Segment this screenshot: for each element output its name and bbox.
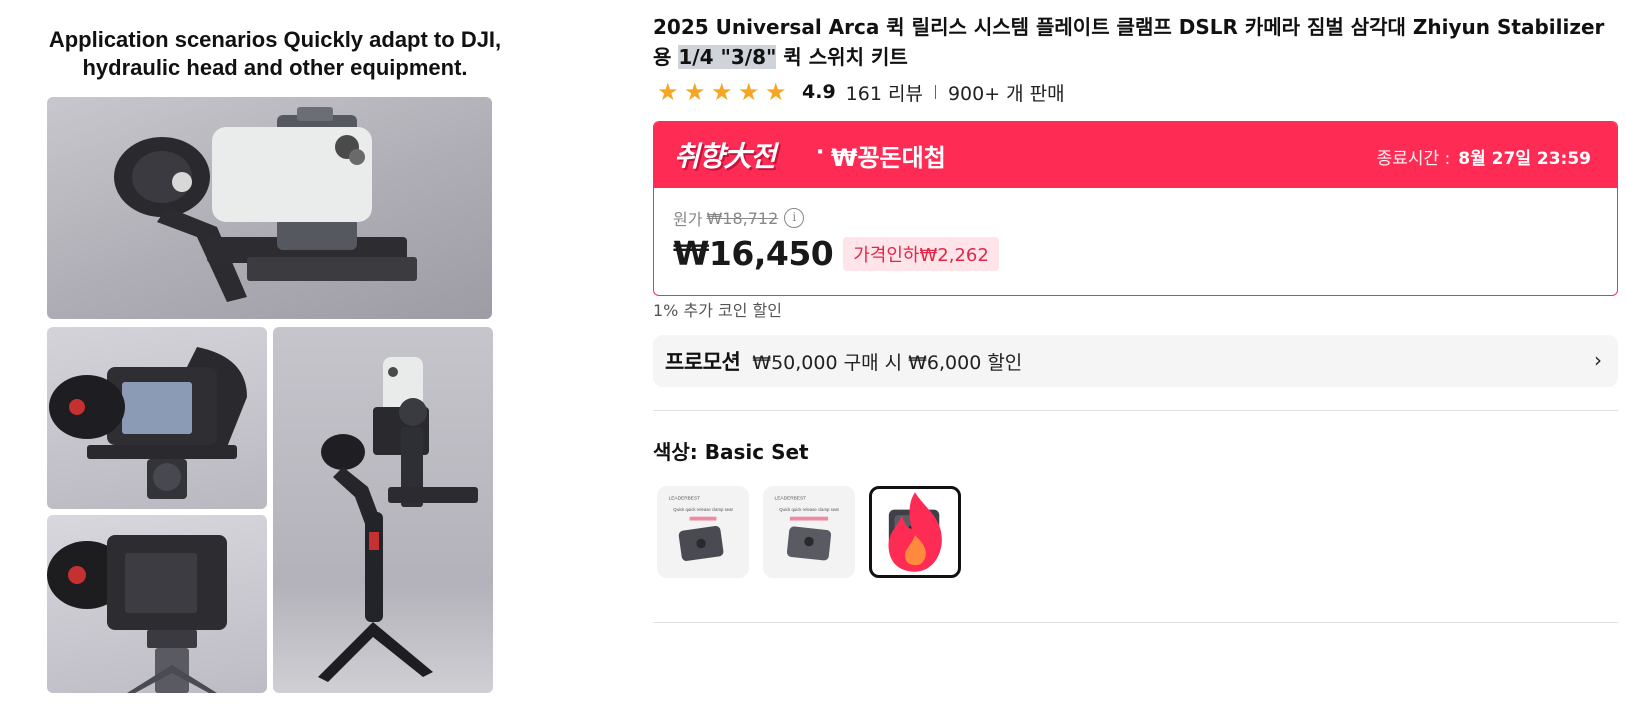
title-highlight: 1/4 "3/8" bbox=[678, 45, 777, 69]
swatch-description-text: Quick quick release clamp seat bbox=[673, 507, 733, 512]
color-option-label: 색상: Basic Set bbox=[653, 440, 809, 464]
product-title: 2025 Universal Arca 퀵 릴리스 시스템 플레이트 클램프 D… bbox=[653, 12, 1618, 72]
info-icon[interactable]: i bbox=[784, 208, 805, 228]
deal-box: 취향大전 · ₩꽁돈대첩 종료시간 : 8월 27일 23:59 원가 ₩18,7… bbox=[653, 121, 1618, 296]
image-caption: Application scenarios Quickly adapt to D… bbox=[20, 26, 530, 82]
price-row: ₩16,450 가격인하₩2,262 bbox=[673, 234, 999, 273]
gimbal-tripod-photo bbox=[273, 327, 493, 693]
end-time-value: 8월 27일 23:59 bbox=[1458, 149, 1591, 169]
sold-count: 900+ 개 판매 bbox=[947, 82, 1065, 105]
promotion-row[interactable]: 프로모션 ₩50,000 구매 시 ₩6,000 할인 › bbox=[653, 335, 1618, 387]
star-icon: ★ bbox=[711, 77, 733, 106]
color-swatches: LEADERBEST Quick quick release clamp sea… bbox=[657, 486, 961, 578]
swatch-basic-set[interactable] bbox=[869, 486, 961, 578]
promotion-text: ₩50,000 구매 시 ₩6,000 할인 bbox=[752, 351, 1023, 374]
star-icon: ★ bbox=[738, 77, 760, 106]
deal-logo: 취향大전 bbox=[674, 140, 776, 173]
image-caption-line-1: Application scenarios Quickly adapt to D… bbox=[48, 27, 502, 52]
star-icon: ★ bbox=[765, 77, 787, 106]
swatch-variant-2[interactable]: LEADERBEST Quick quick release clamp sea… bbox=[763, 486, 855, 578]
star-icon: ★ bbox=[657, 77, 679, 106]
divider bbox=[653, 410, 1618, 411]
fire-icon bbox=[888, 492, 942, 572]
product-image-panel[interactable]: Application scenarios Quickly adapt to D… bbox=[0, 0, 560, 715]
rating-value: 4.9 bbox=[802, 81, 836, 103]
title-text-2: 퀵 스위치 키트 bbox=[776, 45, 908, 69]
divider bbox=[934, 85, 936, 99]
swatch-brand-text: LEADERBEST bbox=[669, 495, 701, 501]
deal-end-time: 종료시간 : 8월 27일 23:59 bbox=[1377, 144, 1591, 169]
chevron-right-icon[interactable]: › bbox=[1594, 348, 1602, 372]
swatch-description-text: Quick quick release clamp seat bbox=[779, 507, 839, 512]
promotion-label: 프로모션 bbox=[665, 350, 741, 374]
coin-discount-note: 1% 추가 코인 할인 bbox=[653, 301, 782, 320]
original-price-row: 원가 ₩18,712 i bbox=[673, 206, 805, 230]
camera-gimbal-photo bbox=[47, 327, 267, 509]
swatch-brand-text: LEADERBEST bbox=[775, 495, 807, 501]
deal-name: ₩꽁돈대첩 bbox=[831, 144, 946, 172]
deal-banner: 취향大전 · ₩꽁돈대첩 종료시간 : 8월 27일 23:59 bbox=[654, 122, 1617, 188]
deal-separator: · bbox=[816, 140, 825, 165]
camera-tripod-photo bbox=[47, 515, 267, 693]
original-price-label: 원가 bbox=[673, 210, 703, 229]
end-time-label: 종료시간 : bbox=[1376, 149, 1451, 169]
rating-row[interactable]: ★ ★ ★ ★ ★ 4.9 161 리뷰 900+ 개 판매 bbox=[657, 77, 1065, 106]
discount-badge: 가격인하₩2,262 bbox=[843, 236, 999, 271]
sale-price: ₩16,450 bbox=[673, 234, 834, 273]
swatch-variant-1[interactable]: LEADERBEST Quick quick release clamp sea… bbox=[657, 486, 749, 578]
star-icon: ★ bbox=[684, 77, 706, 106]
image-caption-line-2: hydraulic head and other equipment. bbox=[82, 55, 468, 80]
original-price: ₩18,712 bbox=[706, 208, 779, 228]
divider bbox=[653, 622, 1618, 623]
star-rating: ★ ★ ★ ★ ★ bbox=[657, 77, 788, 106]
gimbal-phone-photo bbox=[47, 97, 492, 319]
review-count-link[interactable]: 161 리뷰 bbox=[846, 79, 923, 106]
